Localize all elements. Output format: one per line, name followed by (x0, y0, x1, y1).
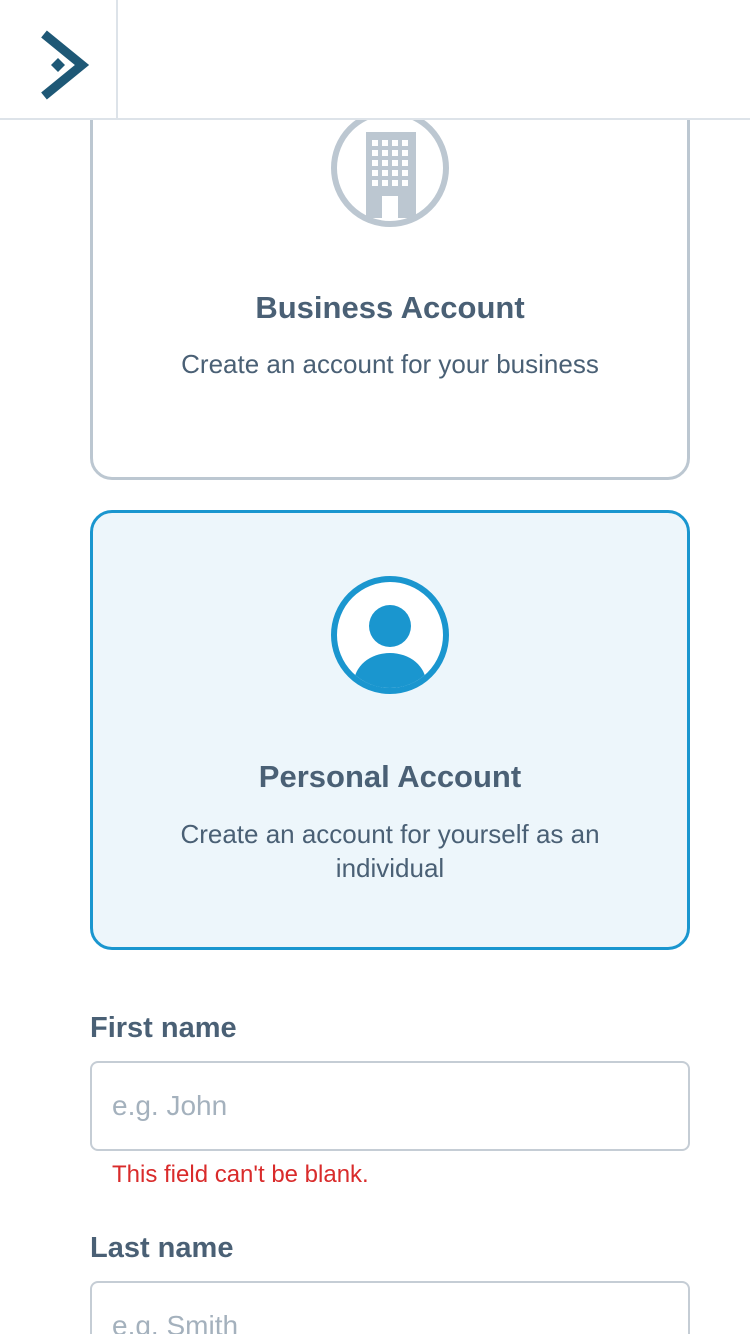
business-account-card[interactable]: Business Account Create an account for y… (90, 60, 690, 480)
first-name-error: This field can't be blank. (112, 1161, 369, 1188)
logo-link[interactable] (0, 0, 118, 118)
first-name-label: First name (90, 1012, 237, 1044)
user-circle-icon (331, 576, 449, 694)
chevron-diamond-logo-icon (41, 30, 90, 100)
personal-account-card[interactable]: Personal Account Create an account for y… (90, 510, 690, 950)
signup-page: Business Account Create an account for y… (0, 0, 750, 1334)
building-icon (331, 109, 449, 227)
last-name-label: Last name (90, 1232, 234, 1264)
business-account-description: Create an account for your business (181, 349, 599, 379)
business-account-title: Business Account (255, 290, 525, 325)
personal-account-description: Create an account for yourself as an ind… (180, 819, 600, 883)
last-name-input[interactable] (90, 1281, 690, 1334)
top-header (0, 0, 750, 120)
first-name-input[interactable] (90, 1061, 690, 1151)
personal-account-title: Personal Account (258, 759, 522, 794)
